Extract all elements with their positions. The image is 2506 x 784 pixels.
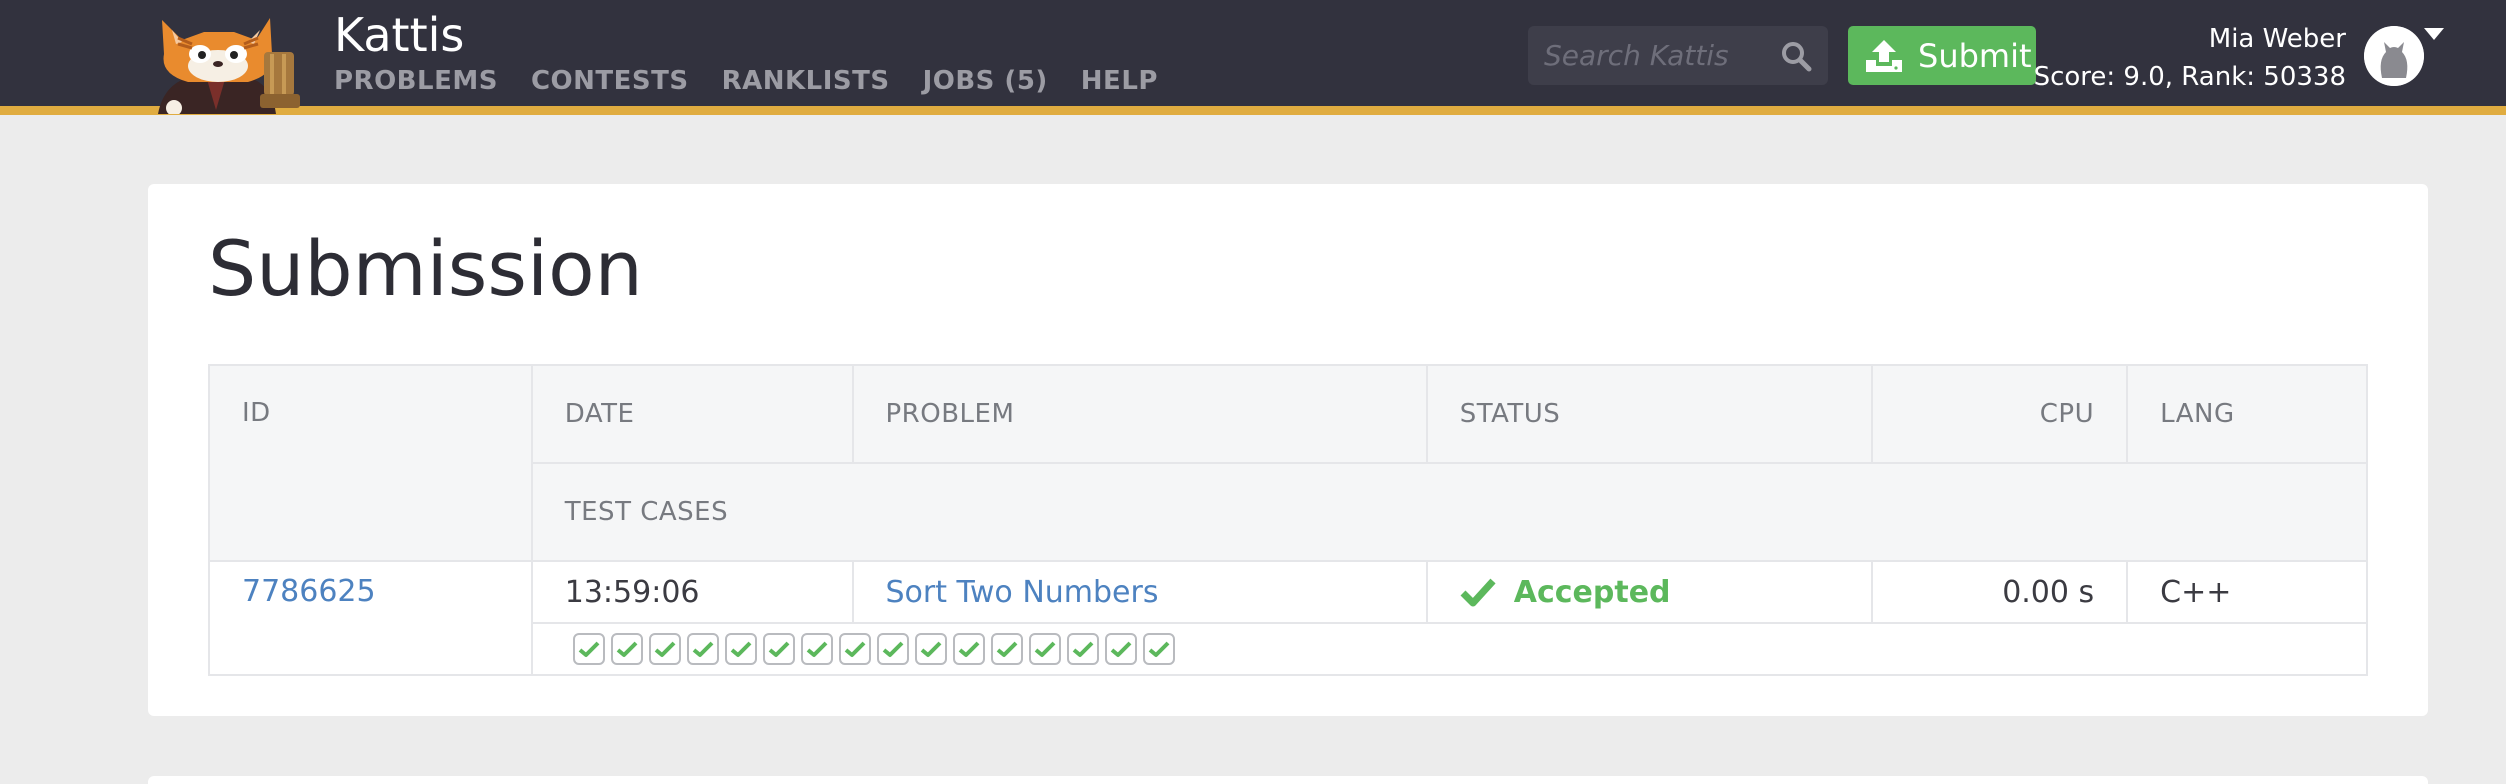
search-input[interactable] xyxy=(1544,39,1774,72)
header-problem: PROBLEM xyxy=(851,364,1428,464)
brand-title[interactable]: Kattis xyxy=(334,8,464,62)
test-case-passed-icon[interactable] xyxy=(990,633,1023,665)
problem-link[interactable]: Sort Two Numbers xyxy=(886,575,1159,610)
header-status: STATUS xyxy=(1425,364,1874,464)
secondary-card xyxy=(148,776,2428,784)
submission-card: Submission ID DATE PROBLEM STATUS CPU LA… xyxy=(148,184,2428,716)
test-case-passed-icon[interactable] xyxy=(762,633,795,665)
test-case-passed-icon[interactable] xyxy=(914,633,947,665)
header-cpu: CPU xyxy=(1871,364,2129,464)
submit-button[interactable]: Submit xyxy=(1848,26,2036,85)
cell-lang: C++ xyxy=(2126,560,2368,624)
user-info[interactable]: Mia Weber Score: 9.0, Rank: 50338 xyxy=(2034,20,2346,96)
test-case-passed-icon[interactable] xyxy=(572,633,605,665)
test-case-passed-icon[interactable] xyxy=(648,633,681,665)
submission-table: ID DATE PROBLEM STATUS CPU LANG TEST CAS… xyxy=(208,364,2369,676)
cell-id: 7786625 xyxy=(208,560,533,676)
nav-help[interactable]: HELP xyxy=(1081,66,1158,96)
test-case-passed-icon[interactable] xyxy=(876,633,909,665)
test-case-passed-icon[interactable] xyxy=(838,633,871,665)
search-box xyxy=(1528,26,1828,85)
nav-problems[interactable]: PROBLEMS xyxy=(334,66,498,96)
nav-ranklists[interactable]: RANKLISTS xyxy=(722,66,890,96)
test-case-passed-icon[interactable] xyxy=(724,633,757,665)
test-case-list xyxy=(569,633,2334,665)
test-case-passed-icon[interactable] xyxy=(610,633,643,665)
submit-label: Submit xyxy=(1918,36,2032,75)
nav-jobs[interactable]: JOBS (5) xyxy=(923,66,1048,96)
user-name: Mia Weber xyxy=(2208,24,2346,54)
status-text: Accepted xyxy=(1513,574,1671,610)
table-row: 7786625 13:59:06 Sort Two Numbers Accept… xyxy=(208,560,2368,676)
page-title: Submission xyxy=(208,224,643,313)
kattis-cat-logo[interactable] xyxy=(148,10,310,114)
upload-icon xyxy=(1866,39,1902,72)
test-case-passed-icon[interactable] xyxy=(1066,633,1099,665)
test-case-passed-icon[interactable] xyxy=(1028,633,1061,665)
submission-id-link[interactable]: 7786625 xyxy=(242,574,376,609)
user-menu-caret-icon[interactable] xyxy=(2424,28,2444,40)
test-case-passed-icon[interactable] xyxy=(952,633,985,665)
main-nav: PROBLEMS CONTESTS RANKLISTS JOBS (5) HEL… xyxy=(334,66,1158,96)
cell-cpu: 0.00 s xyxy=(1871,560,2129,624)
test-case-passed-icon[interactable] xyxy=(686,633,719,665)
test-case-passed-icon[interactable] xyxy=(1104,633,1137,665)
user-avatar-icon xyxy=(2364,26,2424,86)
header-id: ID xyxy=(208,364,533,562)
user-avatar[interactable] xyxy=(2364,26,2424,86)
cell-status: Accepted xyxy=(1425,560,1874,624)
test-case-passed-icon[interactable] xyxy=(800,633,833,665)
test-case-passed-icon[interactable] xyxy=(1142,633,1175,665)
cell-problem: Sort Two Numbers xyxy=(851,560,1428,624)
header-lang: LANG xyxy=(2126,364,2368,464)
header-date: DATE xyxy=(530,364,854,464)
top-navbar: Kattis PROBLEMS CONTESTS RANKLISTS JOBS … xyxy=(0,0,2506,115)
test-cases-row xyxy=(209,622,2369,676)
user-score-rank: Score: 9.0, Rank: 50338 xyxy=(2033,62,2346,92)
search-icon[interactable] xyxy=(1780,40,1812,72)
check-icon xyxy=(1460,578,1496,607)
status-badge: Accepted xyxy=(1460,575,1840,610)
nav-contests[interactable]: CONTESTS xyxy=(531,66,689,96)
header-test-cases: TEST CASES xyxy=(530,462,2369,562)
cell-test-cases xyxy=(530,622,2369,676)
cell-date: 13:59:06 xyxy=(530,560,854,624)
